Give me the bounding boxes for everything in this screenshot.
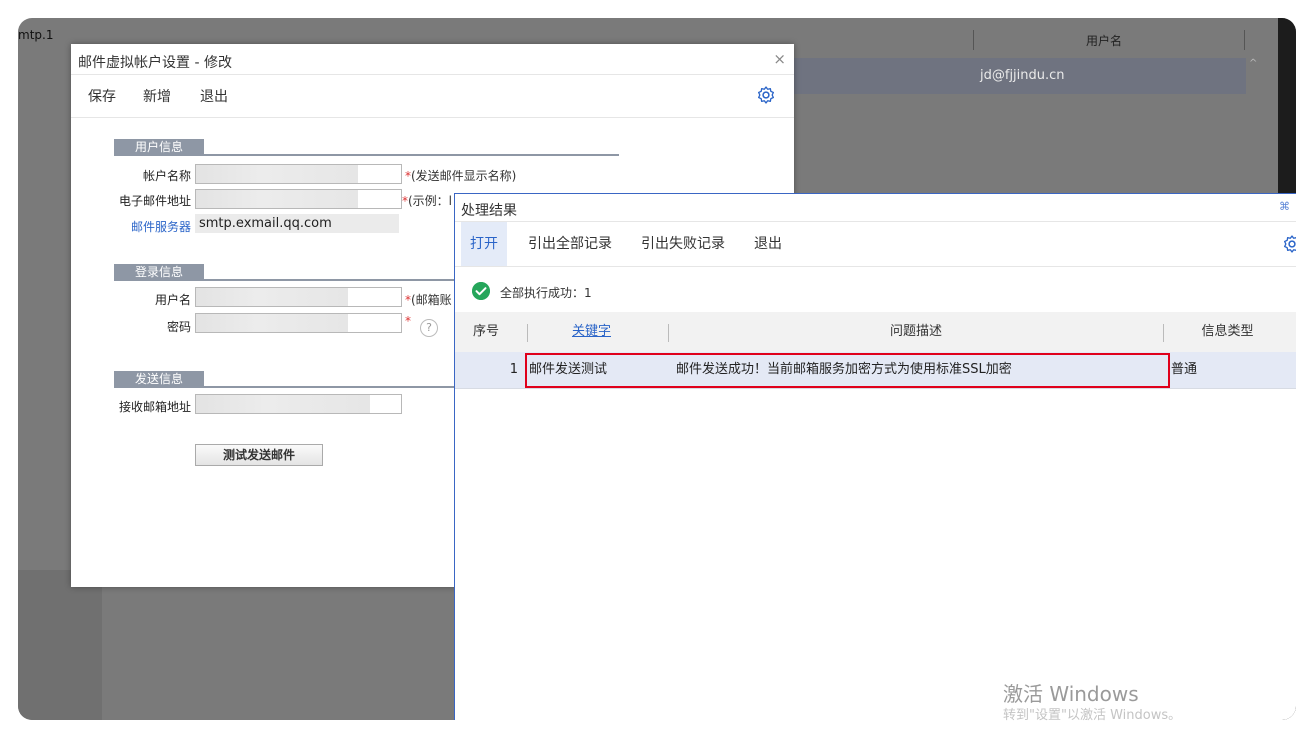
username-hint: *(邮箱账 (405, 293, 452, 307)
highlight-box (525, 353, 1170, 388)
username-cell: jd@fjjindu.cn (980, 68, 1065, 83)
column-header-username[interactable]: 用户名 (1086, 32, 1122, 49)
scroll-up-icon[interactable]: ^ (1249, 58, 1257, 69)
dialog-toolbar: 打开 引出全部记录 引出失败记录 退出 (455, 221, 1296, 267)
check-circle-icon (472, 282, 490, 300)
export-all-button[interactable]: 引出全部记录 (519, 222, 621, 266)
exit-button[interactable]: 退出 (745, 222, 791, 266)
close-icon[interactable]: × (773, 50, 786, 68)
activation-watermark: 激活 Windows (1003, 682, 1139, 706)
section-divider (204, 154, 619, 156)
account-name-hint: *(发送邮件显示名称) (405, 169, 517, 183)
email-hint: *(示例：l (402, 194, 453, 208)
recipient-field[interactable] (195, 394, 402, 414)
info-type-cell: 普通 (1171, 362, 1198, 377)
email-field[interactable] (195, 189, 402, 209)
export-failed-button[interactable]: 引出失败记录 (632, 222, 734, 266)
column-header-seq[interactable]: 序号 (455, 312, 517, 352)
dialog-title: 邮件虚拟帐户设置 - 修改 (78, 55, 232, 71)
test-send-button[interactable]: 测试发送邮件 (195, 444, 323, 466)
section-label: 登录信息 (114, 264, 204, 281)
password-field[interactable] (195, 313, 402, 333)
column-separator (973, 30, 974, 50)
account-name-label: 帐户名称 (142, 169, 191, 183)
mail-server-link[interactable]: 邮件服务器 (91, 218, 191, 235)
account-name-field[interactable] (195, 164, 402, 184)
mail-server-value: smtp.exmail.qq.com (195, 214, 399, 233)
table-header: 序号 关键字 问题描述 信息类型 (455, 312, 1296, 352)
column-header-keyword[interactable]: 关键字 (528, 312, 655, 352)
new-button[interactable]: 新增 (143, 86, 171, 106)
dialog-toolbar: 保存 新增 退出 (71, 74, 794, 118)
column-header-info-type[interactable]: 信息类型 (1164, 312, 1291, 352)
gear-icon[interactable] (756, 85, 776, 105)
help-icon[interactable]: ? (420, 319, 438, 337)
dialog-title: 处理结果 (461, 203, 517, 219)
background-sidebar (18, 570, 102, 720)
password-hint: * (405, 314, 411, 328)
column-header-description[interactable]: 问题描述 (669, 312, 1163, 352)
gear-icon[interactable] (1282, 234, 1296, 254)
recipient-label: 接收邮箱地址 (118, 400, 191, 414)
save-button[interactable]: 保存 (88, 86, 116, 106)
result-dialog: 处理结果 ⌘ 打开 引出全部记录 引出失败记录 退出 全部执行成功：1 序号 关… (454, 193, 1296, 720)
seq-cell: 1 (509, 362, 518, 377)
section-label: 用户信息 (114, 139, 204, 156)
screen-frame: mtp.1 用户名 jd@fjjindu.cn ^ 邮件虚拟帐户设置 - 修改 … (18, 18, 1296, 720)
background-left-text: mtp.1 (18, 28, 54, 42)
username-label: 用户名 (154, 293, 191, 307)
column-separator (1244, 30, 1245, 50)
section-label: 发送信息 (114, 371, 204, 388)
username-field[interactable] (195, 287, 402, 307)
email-label: 电子邮件地址 (118, 194, 191, 208)
open-button[interactable]: 打开 (461, 222, 507, 266)
exit-button[interactable]: 退出 (200, 86, 228, 106)
password-label: 密码 (166, 320, 191, 334)
activation-watermark-hint: 转到"设置"以激活 Windows。 (1003, 708, 1182, 723)
status-text: 全部执行成功：1 (500, 286, 592, 300)
restore-icon[interactable]: ⌘ (1279, 200, 1290, 213)
